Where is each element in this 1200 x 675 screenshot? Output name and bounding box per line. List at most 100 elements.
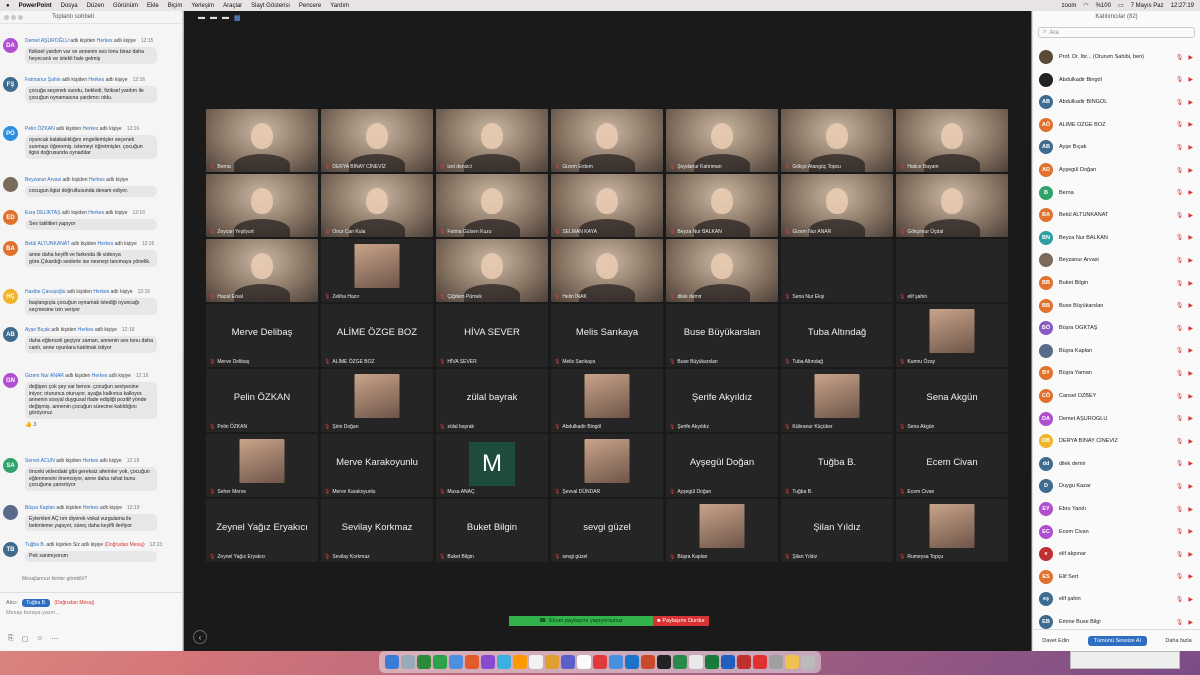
mic-muted-icon[interactable]: 🎙	[1176, 596, 1184, 603]
share-preview-thumbnail[interactable]	[1070, 651, 1180, 669]
dock-app-icon[interactable]	[705, 655, 719, 669]
participant-row[interactable]: B Berna 🎙 ▶	[1039, 184, 1199, 202]
participant-tile[interactable]: 🎙 Rumeysa Topçu	[896, 499, 1008, 562]
participant-tile[interactable]: 🎙 Hazal Ersal	[206, 239, 318, 302]
participant-tile[interactable]: 🎙 DERYA BİNAY CİNEVİZ	[321, 109, 433, 172]
mic-muted-icon[interactable]: 🎙	[1176, 144, 1184, 151]
participant-row[interactable]: Büşra Kaplan 🎙 ▶	[1039, 342, 1199, 360]
video-off-icon[interactable]: ▶	[1188, 438, 1193, 445]
sender-name[interactable]: Betül ALTUNKANAT	[25, 241, 70, 247]
mic-muted-icon[interactable]: 🎙	[1176, 619, 1184, 626]
mic-muted-icon[interactable]: 🎙	[1176, 573, 1184, 580]
participant-row[interactable]: DB DERYA BİNAY CİNEVİZ 🎙 ▶	[1039, 432, 1199, 450]
participant-tile[interactable]: ALİME ÖZGE BOZ 🎙 ALİME ÖZGE BOZ	[321, 304, 433, 367]
expand-icon[interactable]: ▬	[222, 14, 229, 21]
dock-app-icon[interactable]	[545, 655, 559, 669]
participant-row[interactable]: AD Ayşegül Doğan 🎙 ▶	[1039, 161, 1199, 179]
participant-row[interactable]: AB Ayşe Bıçak 🎙 ▶	[1039, 138, 1199, 156]
video-off-icon[interactable]: ▶	[1188, 234, 1193, 241]
participant-tile[interactable]: 🎙 Gökçenur Üçdal	[896, 174, 1008, 237]
participant-row[interactable]: EC Ecem Civan 🎙 ▶	[1039, 523, 1199, 541]
participant-row[interactable]: BÖ Büşra ÖĞKTAŞ 🎙 ▶	[1039, 319, 1199, 337]
participant-tile[interactable]: Zeynel Yağız Eryakıcı 🎙 Zeynel Yağız Eryak…	[206, 499, 318, 562]
mic-muted-icon[interactable]: 🎙	[1176, 212, 1184, 219]
menu-duzen[interactable]: Düzen	[87, 3, 104, 9]
video-off-icon[interactable]: ▶	[1188, 121, 1193, 128]
sender-name[interactable]: Beyzanur Arvasi	[25, 177, 61, 183]
video-off-icon[interactable]: ▶	[1188, 596, 1193, 603]
participant-tile[interactable]: 🎙 Kumru Özay	[896, 304, 1008, 367]
mic-muted-icon[interactable]: 🎙	[1176, 76, 1184, 83]
participant-row[interactable]: EY Ebru Yandı 🎙 ▶	[1039, 500, 1199, 518]
menu-yerlesim[interactable]: Yerleşim	[191, 3, 214, 9]
sender-name[interactable]: Tuğba B.	[25, 542, 45, 548]
mic-muted-icon[interactable]: 🎙	[1176, 54, 1184, 61]
mic-muted-icon[interactable]: 🎙	[1176, 99, 1184, 106]
dock-app-icon[interactable]	[561, 655, 575, 669]
participant-search[interactable]: ⌕ Ara	[1038, 27, 1195, 38]
participant-row[interactable]: BY Büşra Yaman 🎙 ▶	[1039, 364, 1199, 382]
dock-app-icon[interactable]	[513, 655, 527, 669]
video-off-icon[interactable]: ▶	[1188, 189, 1193, 196]
participant-row[interactable]: e elif akpınar 🎙 ▶	[1039, 545, 1199, 563]
participant-row[interactable]: dd dilek demir 🎙 ▶	[1039, 455, 1199, 473]
mic-muted-icon[interactable]: 🎙	[1176, 506, 1184, 513]
participant-tile[interactable]: 🎙 Berna	[206, 109, 318, 172]
dock-app-icon[interactable]	[753, 655, 767, 669]
participant-tile[interactable]: M 🎙 Musa ANAÇ	[436, 434, 548, 497]
video-off-icon[interactable]: ▶	[1188, 99, 1193, 106]
file-icon[interactable]: ▢	[22, 635, 29, 643]
message-input[interactable]: Mesajı buraya yazın...	[6, 610, 60, 616]
participant-tile[interactable]: 🎙 Helin İNAK	[551, 239, 663, 302]
participant-tile[interactable]: Ecem Civan 🎙 Ecem Civan	[896, 434, 1008, 497]
time-label[interactable]: 12:27:19	[1171, 3, 1194, 9]
mic-muted-icon[interactable]: 🎙	[1176, 189, 1184, 196]
mic-muted-icon[interactable]: 🎙	[1176, 234, 1184, 241]
collapse-arrow-icon[interactable]: ‹	[193, 630, 207, 644]
dock-app-icon[interactable]	[641, 655, 655, 669]
mic-muted-icon[interactable]: 🎙	[1176, 347, 1184, 354]
mic-muted-icon[interactable]: 🎙	[1176, 302, 1184, 309]
video-off-icon[interactable]: ▶	[1188, 302, 1193, 309]
dock-app-icon[interactable]	[737, 655, 751, 669]
video-off-icon[interactable]: ▶	[1188, 528, 1193, 535]
mic-muted-icon[interactable]: 🎙	[1176, 483, 1184, 490]
reaction-badge[interactable]: 👍 3	[25, 422, 181, 428]
participant-tile[interactable]: 🎙 Seher Merve	[206, 434, 318, 497]
mic-muted-icon[interactable]: 🎙	[1176, 393, 1184, 400]
video-off-icon[interactable]: ▶	[1188, 257, 1193, 264]
video-off-icon[interactable]: ▶	[1188, 212, 1193, 219]
participant-tile[interactable]: Sevilay Korkmaz 🎙 Sevilay Korkmaz	[321, 499, 433, 562]
participant-row[interactable]: Prof. Dr. İbr... (Oturum Sahibi, ben) 🎙 ▶	[1039, 48, 1199, 66]
participant-tile[interactable]: Şerife Akyıldız 🎙 Şerife Akyıldız	[666, 369, 778, 432]
recipient-select[interactable]: Tuğba B.	[22, 599, 51, 607]
dock-app-icon[interactable]	[657, 655, 671, 669]
app-menu[interactable]: PowerPoint	[19, 3, 52, 9]
participant-row[interactable]: BA Betül ALTUNKANAT 🎙 ▶	[1039, 206, 1199, 224]
participant-row[interactable]: DA Demet AŞUROĞLU 🎙 ▶	[1039, 410, 1199, 428]
menu-slayt[interactable]: Slayt Gösterisi	[251, 3, 290, 9]
dock-app-icon[interactable]	[417, 655, 431, 669]
stop-share-button[interactable]: ■ Paylaşımı Durdur	[653, 616, 709, 626]
dock-app-icon[interactable]	[609, 655, 623, 669]
emoji-icon[interactable]: ☺	[36, 635, 43, 643]
participant-tile[interactable]: 🎙 Şevval DÜNDAR	[551, 434, 663, 497]
participant-row[interactable]: eş elif şahin 🎙 ▶	[1039, 590, 1199, 608]
dock-app-icon[interactable]	[785, 655, 799, 669]
video-off-icon[interactable]: ▶	[1188, 325, 1193, 332]
dock-app-icon[interactable]	[721, 655, 735, 669]
participant-row[interactable]: BN Beyza Nur BALKAN 🎙 ▶	[1039, 229, 1199, 247]
video-off-icon[interactable]: ▶	[1188, 460, 1193, 467]
dock-app-icon[interactable]	[593, 655, 607, 669]
video-off-icon[interactable]: ▶	[1188, 415, 1193, 422]
sender-name[interactable]: Gizem Nur ANAR	[25, 373, 64, 379]
mic-muted-icon[interactable]: 🎙	[1176, 528, 1184, 535]
participant-tile[interactable]: 🎙 Zeycan Yeşilyurt	[206, 174, 318, 237]
menu-yardim[interactable]: Yardım	[330, 3, 349, 9]
dock-app-icon[interactable]	[481, 655, 495, 669]
menu-pencere[interactable]: Pencere	[299, 3, 321, 9]
participant-tile[interactable]: Ayşegül Doğan 🎙 Ayşegül Doğan	[666, 434, 778, 497]
participant-row[interactable]: BB Buse Büyükarslan 🎙 ▶	[1039, 297, 1199, 315]
sender-name[interactable]: Pelin ÖZKAN	[25, 126, 55, 132]
dock-app-icon[interactable]	[529, 655, 543, 669]
